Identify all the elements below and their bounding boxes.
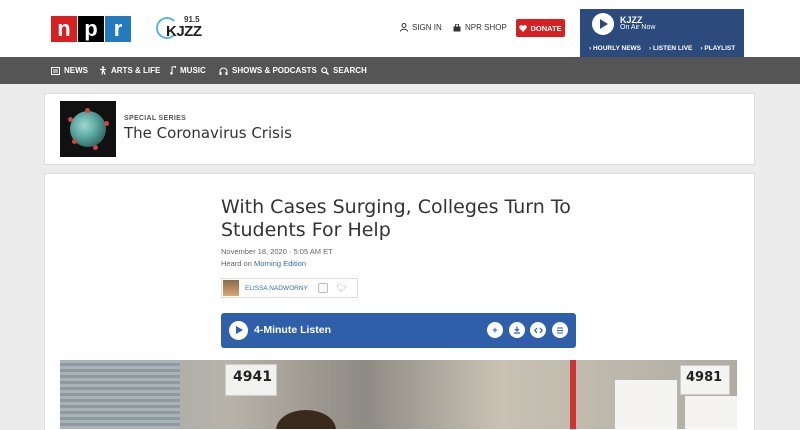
- photo-calendar: [615, 380, 677, 429]
- npr-shop-link[interactable]: NPR SHOP: [453, 23, 507, 32]
- coronavirus-image: [60, 101, 116, 157]
- sign-in-link[interactable]: SIGN IN: [400, 23, 442, 32]
- playlist-link[interactable]: › PLAYLIST: [700, 45, 735, 52]
- station-play-button[interactable]: [592, 13, 614, 35]
- download-button[interactable]: [509, 322, 525, 338]
- series-label: SPECIAL SERIES: [124, 115, 187, 122]
- special-series-card[interactable]: SPECIAL SERIES The Coronavirus Crisis: [44, 93, 755, 165]
- nav-news-label: NEWS: [64, 66, 88, 75]
- kjzz-logo[interactable]: 91.5 KJZZ: [156, 15, 206, 43]
- nav-search[interactable]: SEARCH: [321, 57, 367, 84]
- audio-play-button[interactable]: [229, 321, 248, 340]
- news-icon: [51, 66, 60, 75]
- article-lead-photo: 4941 4981: [60, 360, 737, 429]
- shopping-bag-icon: [453, 23, 461, 31]
- article-date: November 18, 2020 · 5:05 AM ET: [221, 247, 333, 256]
- photo-sign-left-text: 4941: [233, 369, 272, 385]
- audio-player: 4-Minute Listen +: [221, 313, 576, 348]
- npr-logo-r: r: [105, 16, 131, 42]
- station-links: › HOURLY NEWS › LISTEN LIVE › PLAYLIST: [589, 45, 735, 52]
- user-icon: [400, 23, 408, 32]
- series-title[interactable]: The Coronavirus Crisis: [124, 124, 292, 142]
- heart-icon: [519, 24, 528, 32]
- station-status: On Air Now: [620, 24, 656, 31]
- headphones-icon: [219, 67, 228, 75]
- hourly-news-link[interactable]: › HOURLY NEWS: [589, 45, 641, 52]
- embed-code-icon: [533, 327, 543, 333]
- listen-live-label: LISTEN LIVE: [653, 45, 693, 52]
- playlist-label: PLAYLIST: [704, 45, 736, 52]
- instagram-icon[interactable]: [317, 283, 328, 293]
- nav-news[interactable]: NEWS: [51, 57, 88, 84]
- article-headline: With Cases Surging, Colleges Turn To Stu…: [221, 196, 571, 241]
- nav-shows-podcasts-label: SHOWS & PODCASTS: [232, 66, 317, 75]
- add-to-playlist-button[interactable]: +: [487, 322, 503, 338]
- npr-logo-p: p: [78, 16, 104, 42]
- embed-button[interactable]: [530, 322, 546, 338]
- donate-label: DONATE: [530, 23, 562, 33]
- nav-shows-podcasts[interactable]: SHOWS & PODCASTS: [219, 57, 317, 84]
- audio-duration-label: 4-Minute Listen: [254, 324, 332, 336]
- nav-search-label: SEARCH: [333, 66, 367, 75]
- npr-logo-n: n: [51, 16, 77, 42]
- heard-on-show-link[interactable]: Morning Edition: [254, 259, 306, 268]
- photo-pole: [570, 360, 576, 429]
- search-icon: [321, 66, 329, 75]
- heard-on-prefix: Heard on: [221, 259, 252, 268]
- nav-arts-life[interactable]: ARTS & LIFE: [99, 57, 160, 84]
- author-avatar[interactable]: [223, 280, 239, 296]
- heard-on: Heard on Morning Edition: [221, 259, 306, 268]
- donate-button[interactable]: DONATE: [516, 19, 565, 37]
- author-name-link[interactable]: ELISSA NADWORNY: [245, 285, 308, 292]
- station-player: KJZZ On Air Now › HOURLY NEWS › LISTEN L…: [580, 9, 744, 57]
- main-nav: NEWS ARTS & LIFE MUSIC SHOWS & PODCASTS …: [0, 57, 800, 84]
- top-header: n p r 91.5 KJZZ SIGN IN NPR SHOP DONATE …: [0, 0, 800, 57]
- music-note-icon: [170, 66, 176, 75]
- nav-arts-life-label: ARTS & LIFE: [111, 66, 161, 75]
- hourly-news-label: HOURLY NEWS: [592, 45, 642, 52]
- transcript-button[interactable]: [552, 322, 568, 338]
- nav-music[interactable]: MUSIC: [170, 57, 206, 84]
- photo-calendar-2: [685, 396, 737, 429]
- listen-live-link[interactable]: › LISTEN LIVE: [649, 45, 692, 52]
- photo-person: [276, 410, 336, 429]
- author-byline: ELISSA NADWORNY 🐦︎: [221, 278, 358, 298]
- npr-logo[interactable]: n p r: [51, 16, 132, 42]
- npr-shop-label: NPR SHOP: [465, 23, 507, 32]
- plus-icon: +: [492, 325, 498, 335]
- nav-music-label: MUSIC: [180, 66, 206, 75]
- arts-icon: [100, 66, 106, 75]
- transcript-icon: [557, 327, 563, 333]
- kjzz-name: KJZZ: [166, 23, 202, 40]
- photo-sign-right-text: 4981: [686, 370, 723, 385]
- download-icon: [514, 326, 520, 334]
- sign-in-label: SIGN IN: [412, 23, 442, 32]
- twitter-icon[interactable]: 🐦︎: [336, 283, 347, 294]
